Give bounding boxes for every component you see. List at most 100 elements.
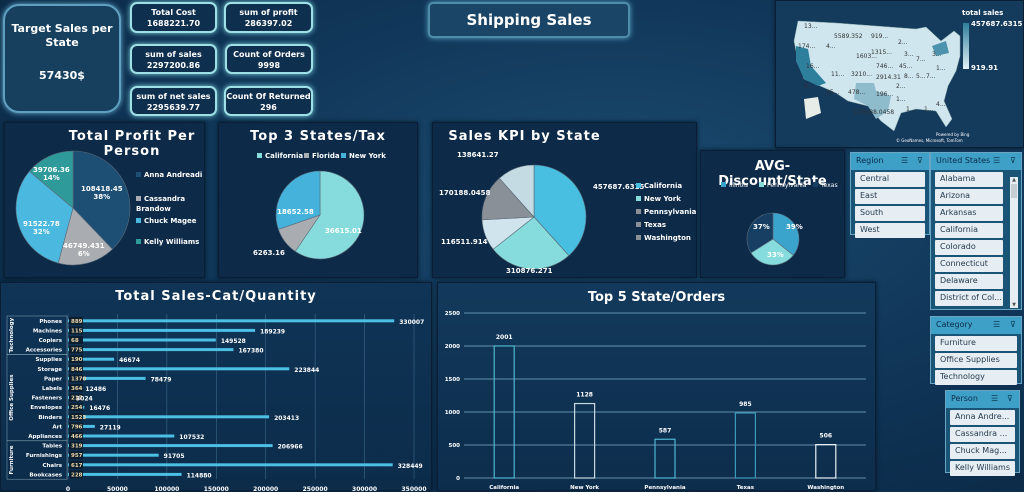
value-label: 78479 [151,376,172,383]
category-label: Phones [39,319,62,325]
kpi-label: sum of profit [239,8,298,17]
y-tick-label: 1500 [445,377,460,383]
scroll-up-icon[interactable]: ▲ [1010,177,1018,183]
value-label: 206966 [278,444,303,451]
y-tick-label: 2500 [445,311,460,317]
slicer-item[interactable]: Furniture [935,336,1017,351]
kpi-label: Count Of Returned [226,92,311,101]
multi-select-icon[interactable]: ☰ [993,156,1000,165]
bar-new-york [574,402,596,479]
slicer-item[interactable]: Alabama [935,172,1003,187]
slicer-item[interactable]: Central [855,172,925,187]
region-slicer: Region ☰ ⊽ Central East South West [850,152,930,238]
slicer-item[interactable]: Chuck Mag... [950,444,1015,459]
kpi-total-cost: Total Cost 1688221.70 [130,2,217,33]
x-tick-label: Washington [807,485,844,491]
slicer-item[interactable]: Arkansas [935,206,1003,221]
quantity-label: 889 [71,319,83,325]
map-value-label: 170188.0458 [854,109,895,116]
slicer-item[interactable]: Anna Andre... [950,410,1015,425]
multi-select-icon[interactable]: ☰ [901,156,908,165]
slicer-item[interactable]: California [935,223,1003,238]
bar-tables [68,444,273,448]
state-slicer: United States ☰ ⊽ Alabama Arizona Arkansas Ca… [930,152,1022,310]
slicer-item[interactable]: South [855,206,925,221]
quantity-label: 1523 [71,415,86,421]
legend-item: Texas [636,221,666,229]
scroll-down-icon[interactable]: ▼ [1010,302,1018,308]
slicer-item[interactable]: East [855,189,925,204]
slicer-item[interactable]: Connecticut [935,257,1003,272]
data-label: 33% [767,251,784,259]
scroll-thumb[interactable] [1011,184,1017,198]
slicer-item[interactable]: Technology [935,370,1017,385]
value-label: 12486 [85,386,106,393]
map-value-label: 2... [898,39,908,46]
value-label: 2001 [496,334,513,341]
slicer-item[interactable]: Colorado [935,240,1003,255]
kpi-label: sum of net sales [136,92,211,101]
multi-select-icon[interactable]: ☰ [993,320,1000,329]
slicer-item[interactable]: Cassandra ... [950,427,1015,442]
data-label: 36615.01 [325,227,362,235]
quantity-label: 775 [71,348,83,354]
map-value-label: 1... [906,106,916,113]
slicer-header: United States ☰ ⊽ [931,153,1021,170]
bar-copiers [68,338,216,342]
value-label: 1128 [576,392,593,399]
map-legend-title: total sales [962,9,1004,17]
map-legend-max: 457687.6315 [971,20,1023,28]
clear-filter-icon[interactable]: ⊽ [1007,394,1013,403]
map-value-label: 1315... [871,49,892,56]
bar-appliances [68,434,175,438]
clear-filter-icon[interactable]: ⊽ [1010,320,1016,329]
quantity-label: 115 [71,328,83,334]
multi-select-icon[interactable]: ☰ [991,394,998,403]
kpi-label: sum of sales [145,50,202,59]
value-label: 203413 [274,415,299,422]
clear-filter-icon[interactable]: ⊽ [917,156,923,165]
map-value-label: 11... [831,71,845,78]
slicer-item[interactable]: Office Supplies [935,353,1017,368]
slicer-scrollbar[interactable]: ▲ ▼ [1010,177,1018,308]
slicer-item[interactable]: West [855,223,925,238]
slicer-header: Region ☰ ⊽ [851,153,929,170]
kpi-value: 9998 [257,61,281,70]
category-label: Copiers [39,338,63,344]
value-label: 3024 [76,396,93,403]
legend-item: Anna Andreadi [136,171,202,179]
kpi-value: 296 [260,103,277,112]
clear-filter-icon[interactable]: ⊽ [1010,156,1016,165]
map-value-label: 3... [904,51,914,58]
category-label: Machines [33,328,63,334]
kpi-count-returned: Count Of Returned 296 [224,86,313,116]
data-label: 39% [786,223,803,231]
value-label: 506 [820,433,833,440]
slicer-header: Person ☰ ⊽ [946,391,1019,408]
slicer-item[interactable]: Arizona [935,189,1003,204]
category-label: Paper [44,376,62,382]
value-label: 330007 [399,319,424,326]
sales-map[interactable]: total sales 457687.6315 919.91 13... 5589… [775,0,1024,148]
person-slicer: Person ☰ ⊽ Anna Andre... Cassandra ... Chuck… [945,390,1020,476]
x-tick-label: 250000 [303,486,328,492]
data-label: 46749.431 6% [63,242,105,258]
map-value-label: 1... [896,96,906,103]
value-label: 46674 [119,357,140,364]
map-value-label: 7... [916,56,926,63]
map-value-label: 478... [848,89,866,96]
data-label: 138641.27 [457,151,499,159]
profit-per-person-chart: Total Profit Per Person 108418.45 38% 46… [4,122,205,278]
category-label: Binders [38,415,62,421]
kpi-count-orders: Count of Orders 9998 [225,44,313,74]
slicer-item[interactable]: Delaware [935,274,1003,289]
legend-item: California [636,182,682,190]
value-label: 167380 [238,348,263,355]
kpi-net-sales: sum of net sales 2295639.77 [130,86,217,116]
kpi-value: 286397.02 [244,19,293,28]
value-label: 587 [659,427,672,434]
map-value-label: 4... [804,83,814,90]
slicer-item[interactable]: Kelly Williams [950,461,1015,476]
data-label: 18652.58 [277,208,314,216]
slicer-item[interactable]: District of Col... [935,291,1003,306]
